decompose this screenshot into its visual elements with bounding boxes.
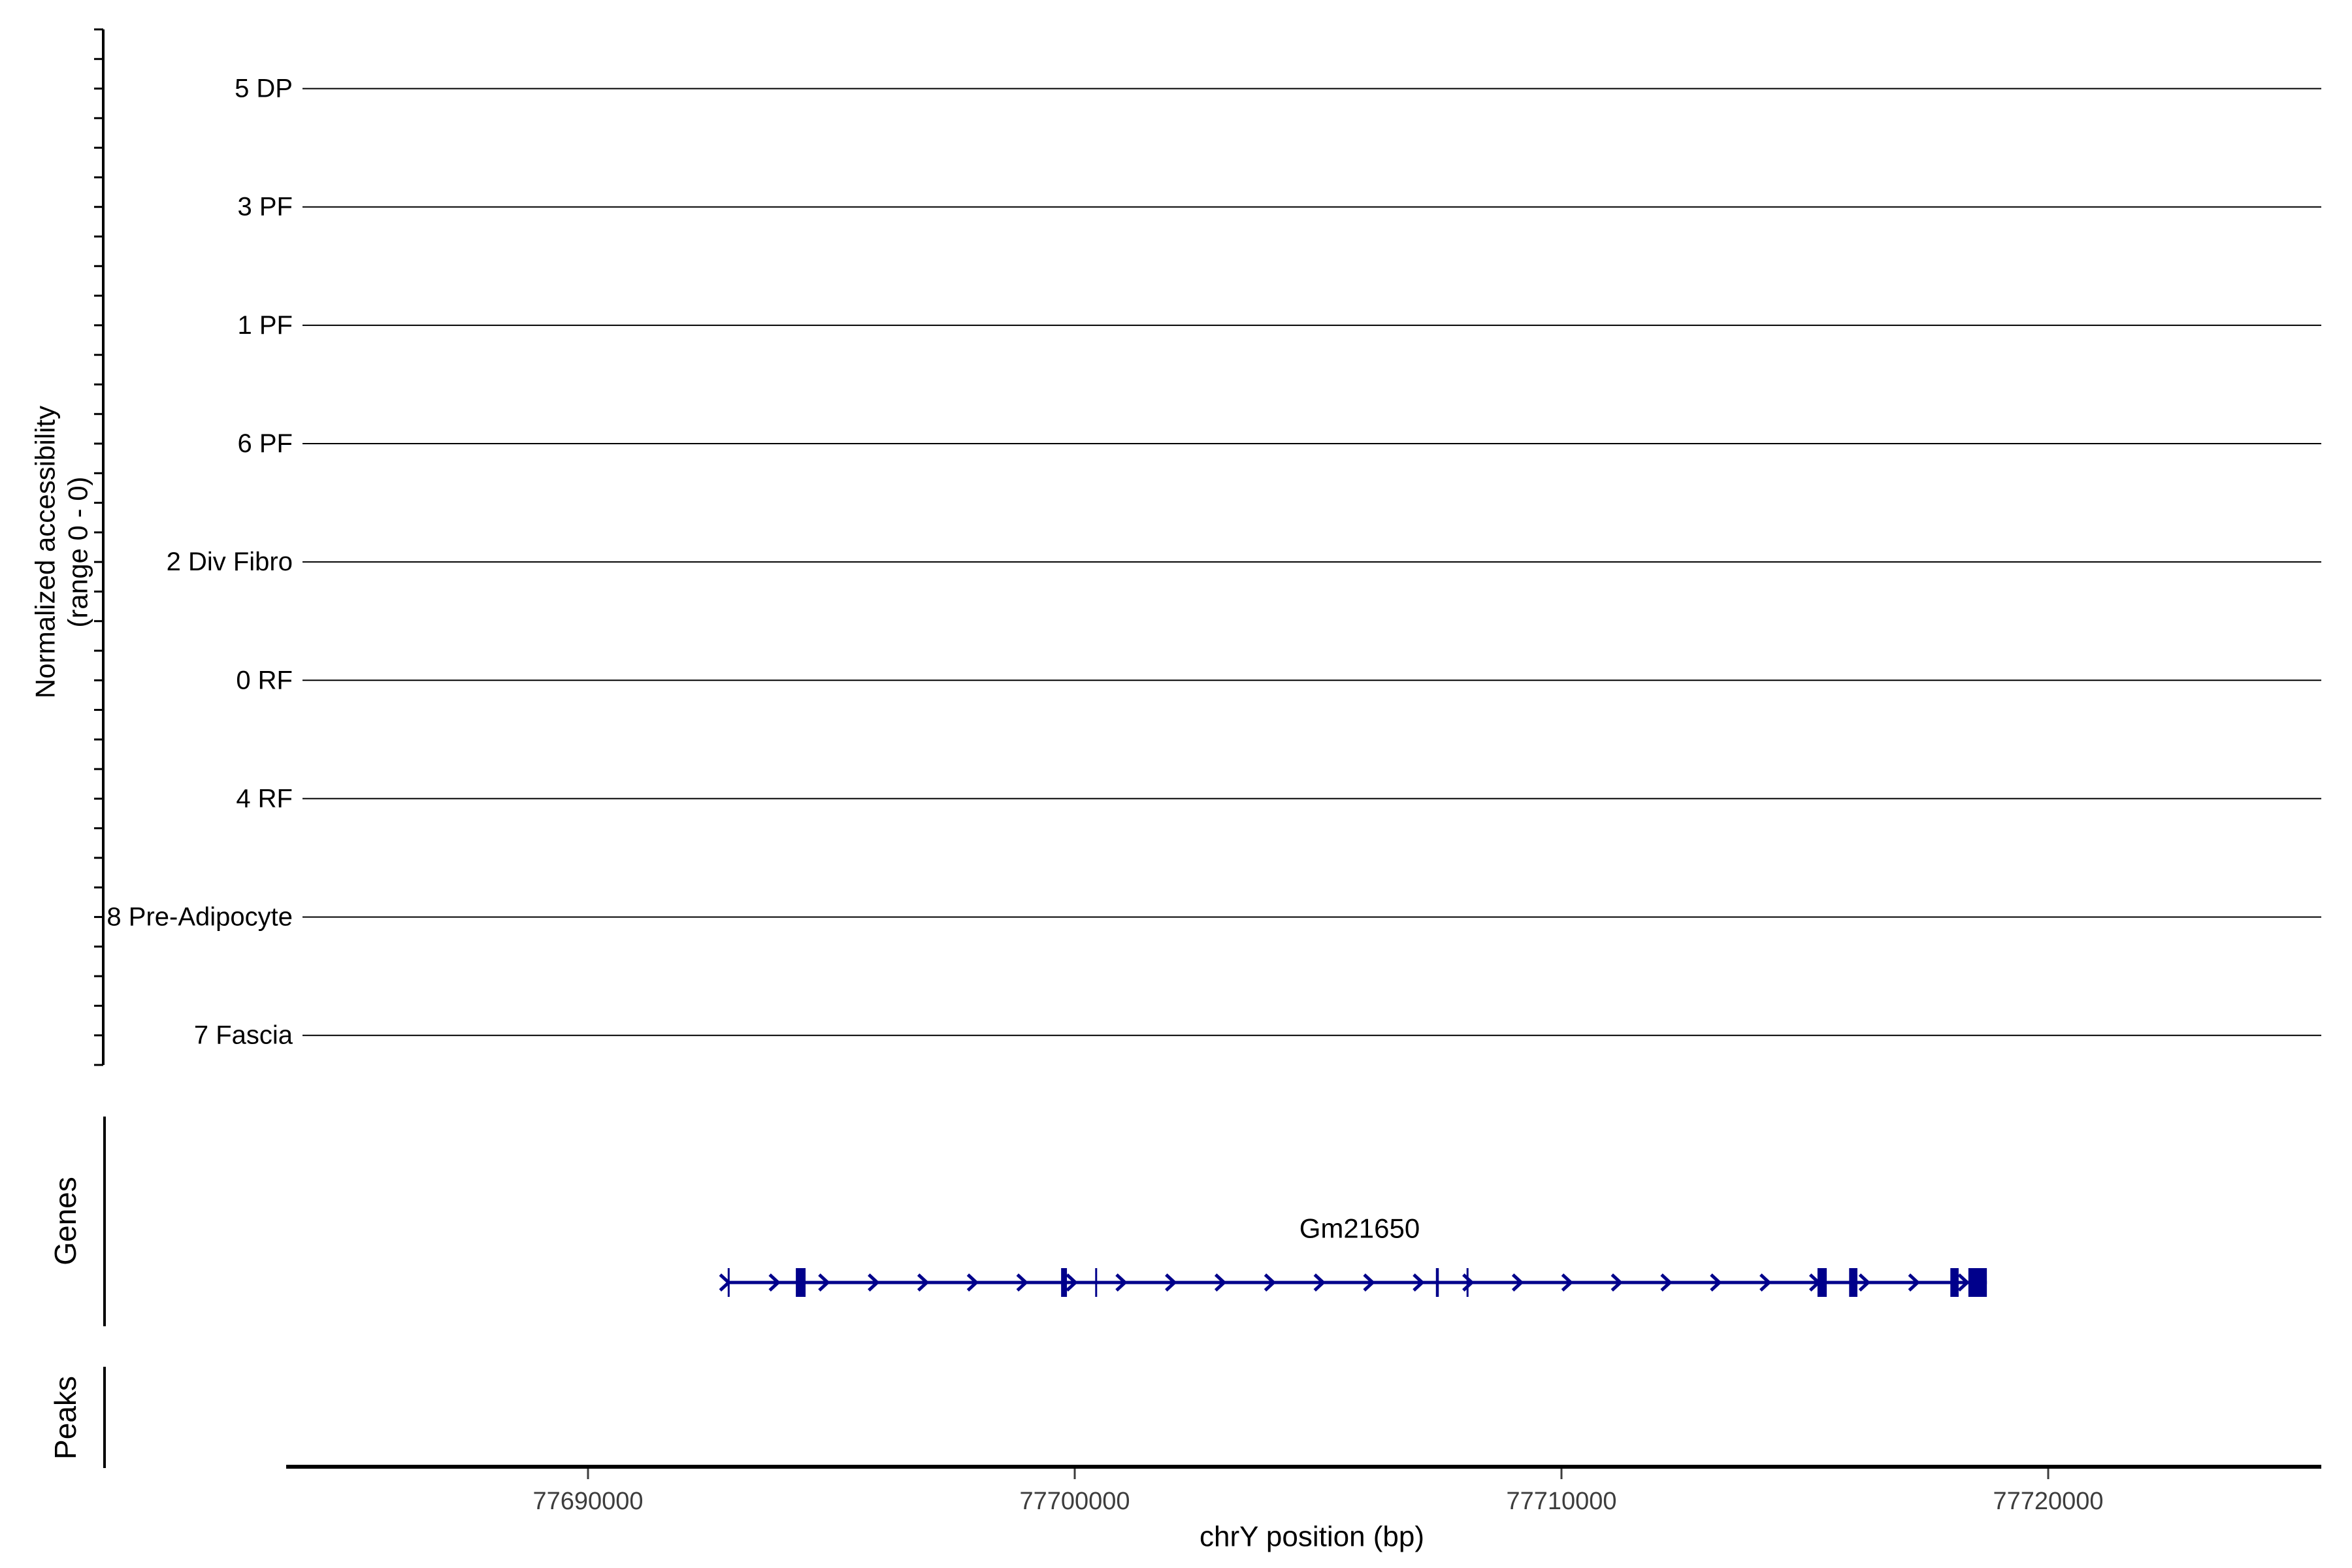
track-label: 3 PF	[238, 193, 293, 221]
track-label: 1 PF	[238, 311, 293, 340]
track-label: 4 RF	[236, 784, 293, 813]
x-axis-tick-label: 77720000	[1993, 1488, 2103, 1515]
track-label: 7 Fascia	[194, 1021, 293, 1050]
peaks-panel-label: Peaks	[48, 1376, 82, 1460]
track-label: 2 Div Fibro	[167, 547, 293, 576]
x-axis-title: chrY position (bp)	[1200, 1521, 1424, 1553]
track-label: 0 RF	[236, 666, 293, 694]
gene-exon	[1950, 1268, 1959, 1297]
gene-exon	[1849, 1268, 1857, 1297]
gene-exon	[796, 1268, 806, 1297]
track-label: 6 PF	[238, 429, 293, 458]
genes-panel-label: Genes	[48, 1177, 82, 1266]
gene-exon	[1061, 1268, 1068, 1297]
y-axis-title-line2: (range 0 - 0)	[63, 476, 93, 627]
gene-exon	[1435, 1268, 1439, 1297]
track-label: 5 DP	[235, 74, 293, 103]
x-axis-tick-label: 77690000	[532, 1488, 643, 1515]
genome-coverage-plot: 5 DP 3 PF 1 PF 6 PF 2 Div Fibro 0 RF 4 RF 8 Pre…	[0, 0, 2352, 1568]
gene-exon	[1968, 1268, 1987, 1297]
x-axis-tick-label: 77700000	[1019, 1488, 1130, 1515]
gene-name-label: Gm21650	[1299, 1213, 1420, 1244]
plot-background	[0, 0, 2352, 1568]
gene-exon	[1095, 1268, 1098, 1297]
x-axis-tick-label: 77710000	[1506, 1488, 1616, 1515]
y-axis-title-line1: Normalized accessibility	[30, 406, 61, 698]
track-label: 8 Pre-Adipocyte	[106, 903, 293, 932]
gene-exon	[1466, 1268, 1469, 1297]
